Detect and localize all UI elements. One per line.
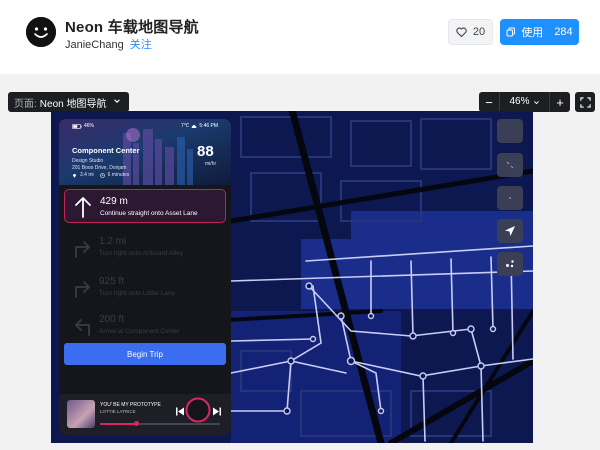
temperature: 7℃	[181, 123, 190, 129]
album-cover	[67, 400, 95, 428]
chevron-down-icon	[114, 99, 120, 103]
use-button[interactable]: 使用 284	[500, 19, 579, 45]
playback-progress-fill	[100, 423, 136, 425]
step-instruction: Continue straight onto Asset Lane	[100, 210, 198, 217]
song-title: YOU' BE MY PROTOTYPE	[100, 402, 161, 408]
trip-distance: 3.4 mi	[80, 172, 94, 178]
battery-status: 46%	[72, 123, 94, 129]
step-distance: 429 m	[100, 196, 128, 207]
song-artist: LOTTIE LATRICE	[100, 409, 136, 414]
music-player: YOU' BE MY PROTOTYPE LOTTIE LATRICE	[59, 394, 231, 435]
zoom-value: 46%	[509, 96, 530, 107]
dot-icon	[509, 197, 511, 199]
destination-title: Component Center	[72, 146, 140, 155]
trip-summary: 3.4 mi 6 minutes	[72, 172, 129, 178]
page-title: Neon 车载地图导航	[65, 19, 199, 36]
clock-time: 5:46 PM	[199, 123, 219, 129]
route-step[interactable]: 200 ft Arrive at Component Center	[64, 308, 226, 342]
playback-progress[interactable]	[100, 421, 220, 426]
cloud-moon-icon	[192, 124, 197, 128]
smiley-icon	[26, 17, 56, 47]
fullscreen-button[interactable]	[575, 92, 595, 112]
destination-line-2: 201 Booo Drive, Donjam	[72, 165, 127, 171]
expand-icon	[579, 96, 591, 108]
chevron-down-icon	[533, 100, 539, 104]
map-points-button[interactable]	[497, 252, 523, 276]
heart-icon	[456, 27, 467, 37]
route-step[interactable]: 925 ft Turn right onto Lottie Lane	[64, 270, 226, 304]
follow-button[interactable]: 关注	[130, 39, 152, 51]
trip-time: 6 minutes	[107, 172, 130, 178]
route-step[interactable]: 429 m Continue straight onto Asset Lane	[64, 189, 226, 223]
map-collapse-button[interactable]	[497, 153, 523, 177]
arrow-up-icon	[75, 197, 91, 218]
route-step[interactable]: 1.2 mi Turn right onto Artboard Alley	[64, 230, 226, 264]
navigation-panel: 46% 7℃ 5:46 PM Component Center Design S…	[59, 119, 231, 435]
clock-icon	[99, 172, 105, 178]
like-count: 20	[472, 26, 486, 38]
destination-line-1: Design Studio	[72, 158, 104, 164]
playback-knob[interactable]	[133, 421, 139, 426]
turn-left-icon	[75, 319, 90, 336]
previous-track-icon[interactable]	[176, 407, 184, 416]
canvas-area: 页面: Neon 地图导航 − 46% + 46% 7℃ 5:46 PM Com…	[0, 74, 600, 450]
zoom-out-button[interactable]: −	[479, 92, 499, 112]
like-button[interactable]: 20	[448, 19, 493, 45]
battery-icon	[72, 123, 82, 129]
page-selector-value: Neon 地图导航	[39, 98, 107, 110]
begin-trip-button[interactable]: Begin Trip	[64, 343, 226, 365]
destination-card: 46% 7℃ 5:46 PM Component Center Design S…	[59, 119, 231, 185]
step-instruction: Turn right onto Artboard Alley	[99, 250, 183, 257]
collapse-icon	[506, 161, 514, 169]
navigation-arrow-icon	[505, 226, 515, 236]
page-selector-label: 页面:	[14, 98, 37, 110]
speed-unit: mi/hr	[205, 161, 217, 167]
page-selector[interactable]: 页面: Neon 地图导航	[8, 92, 129, 112]
points-icon	[506, 260, 514, 268]
next-track-icon[interactable]	[213, 407, 221, 416]
use-count: 284	[554, 26, 573, 38]
author-name[interactable]: JanieChang	[65, 39, 124, 51]
step-distance: 1.2 mi	[99, 236, 127, 247]
step-distance: 200 ft	[99, 314, 125, 325]
copy-icon	[506, 27, 516, 37]
step-instruction: Turn right onto Lottie Lane	[99, 290, 176, 297]
map-locate-button[interactable]	[497, 219, 523, 243]
map-layer-button[interactable]	[497, 119, 523, 143]
avatar[interactable]	[26, 17, 56, 47]
map-dot-button[interactable]	[497, 186, 523, 210]
turn-right-icon	[75, 281, 90, 298]
battery-level: 46%	[84, 123, 95, 129]
pin-icon	[73, 173, 76, 178]
turn-right-icon	[75, 241, 90, 258]
play-ring-icon[interactable]	[184, 396, 212, 424]
map-view[interactable]: 46% 7℃ 5:46 PM Component Center Design S…	[51, 111, 533, 443]
step-instruction: Arrive at Component Center	[99, 328, 180, 335]
use-label: 使用	[521, 27, 544, 39]
weather-time-status: 7℃ 5:46 PM	[181, 123, 218, 129]
top-bar: Neon 车载地图导航 JanieChang 关注 20 使用 284	[0, 0, 600, 74]
speed-value: 88	[197, 143, 214, 160]
zoom-in-button[interactable]: +	[550, 92, 570, 112]
author-line: JanieChang 关注	[65, 36, 152, 52]
zoom-value-dropdown[interactable]: 46%	[499, 92, 550, 112]
step-distance: 925 ft	[99, 276, 125, 287]
zoom-control: − 46% +	[479, 92, 570, 112]
